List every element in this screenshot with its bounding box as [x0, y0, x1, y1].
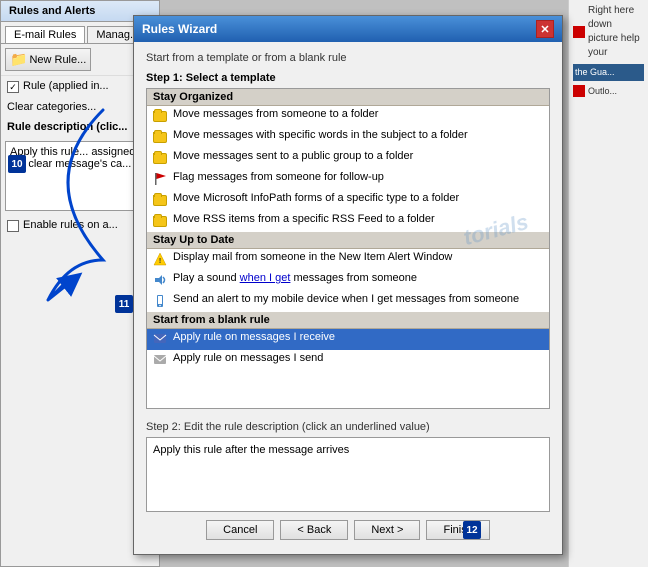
rule-description-box: Apply this rule after the message arrive…: [146, 437, 550, 512]
step-badge-12: 12: [463, 521, 481, 539]
flag-icon: [153, 172, 169, 188]
section-blank-rule: Start from a blank rule: [147, 312, 549, 329]
dialog-titlebar: Rules Wizard ✕: [134, 16, 562, 42]
template-listbox[interactable]: torials Stay Organized Move messages fro…: [146, 88, 550, 409]
folder-icon-3: [153, 151, 169, 167]
svg-text:!: !: [159, 258, 161, 265]
list-item-move-from-someone[interactable]: Move messages from someone to a folder: [147, 106, 549, 127]
step2-section: Step 2: Edit the rule description (click…: [146, 421, 550, 512]
folder-icon: [153, 109, 169, 125]
step-badge-10: 10: [8, 155, 26, 173]
list-item-play-sound[interactable]: Play a sound when I get messages from so…: [147, 270, 549, 291]
dialog-body: Start from a template or from a blank ru…: [134, 42, 562, 554]
dialog-footer: Cancel < Back Next > Finish: [146, 512, 550, 544]
mobile-icon: [153, 294, 169, 310]
back-button[interactable]: < Back: [280, 520, 348, 540]
step2-label: Step 2: Edit the rule description (click…: [146, 421, 550, 433]
list-item-public-group[interactable]: Move messages sent to a public group to …: [147, 148, 549, 169]
rss-folder-icon: [153, 214, 169, 230]
infopath-icon: [153, 193, 169, 209]
dialog-close-button[interactable]: ✕: [536, 20, 554, 38]
list-item-display-mail[interactable]: ! Display mail from someone in the New I…: [147, 249, 549, 270]
section-stay-up-to-date: Stay Up to Date: [147, 232, 549, 249]
right-panel: Right here down picture help your the Gu…: [568, 0, 648, 567]
dialog-title: Rules Wizard: [142, 22, 217, 36]
list-item-infopath[interactable]: Move Microsoft InfoPath forms of a speci…: [147, 190, 549, 211]
step1-title: Step 1: Select a template: [146, 72, 550, 84]
rules-wizard-dialog: Rules Wizard ✕ Start from a template or …: [133, 15, 563, 555]
alert-icon: !: [153, 252, 169, 268]
list-item-apply-receive[interactable]: Apply rule on messages I receive: [147, 329, 549, 350]
list-item-specific-words[interactable]: Move messages with specific words in the…: [147, 127, 549, 148]
next-button[interactable]: Next >: [354, 520, 420, 540]
blue-arrow: [18, 100, 128, 320]
rule-send-icon: [153, 353, 169, 369]
list-item-flag-followup[interactable]: Flag messages from someone for follow-up: [147, 169, 549, 190]
list-item-rss[interactable]: Move RSS items from a specific RSS Feed …: [147, 211, 549, 232]
step-badge-11: 11: [115, 295, 133, 313]
cancel-button[interactable]: Cancel: [206, 520, 274, 540]
list-item-mobile-alert[interactable]: Send an alert to my mobile device when I…: [147, 291, 549, 312]
list-item-apply-send[interactable]: Apply rule on messages I send: [147, 350, 549, 371]
new-rule-button[interactable]: 📁 New Rule...: [5, 48, 91, 71]
folder-icon-2: [153, 130, 169, 146]
step-header: Start from a template or from a blank ru…: [146, 52, 550, 64]
rule-receive-icon: [153, 332, 169, 348]
rule-checkbox[interactable]: [7, 81, 19, 93]
tab-email-rules[interactable]: E-mail Rules: [5, 26, 85, 43]
sound-icon: [153, 273, 169, 289]
section-stay-organized: Stay Organized: [147, 89, 549, 106]
